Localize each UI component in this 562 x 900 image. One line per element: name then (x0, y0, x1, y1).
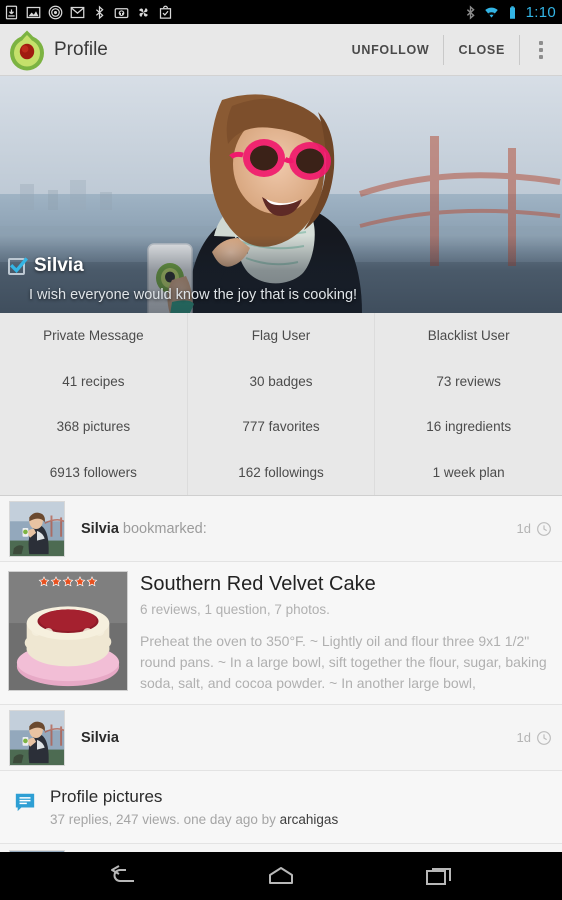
status-bar-notification-icons (4, 5, 463, 20)
feed-item-action: bookmarked: (123, 521, 207, 537)
thread-meta: 37 replies, 247 views. one day ago by ar… (50, 812, 338, 827)
unfollow-button[interactable]: UNFOLLOW (338, 35, 444, 65)
avatar[interactable] (9, 710, 65, 766)
app-screen: 1:10 Profile UNFOLLOW CLOSE (0, 0, 562, 900)
star-icon (63, 576, 74, 587)
feed-item-author[interactable]: Silvia (81, 730, 119, 746)
star-icon (75, 576, 86, 587)
status-bar: 1:10 (0, 0, 562, 24)
download-icon (4, 5, 19, 20)
profile-cover-photo[interactable]: Silvia I wish everyone would know the jo… (0, 76, 562, 313)
overflow-menu-icon (539, 41, 543, 45)
wifi-icon (484, 5, 499, 20)
thread-details: Profile pictures 37 replies, 247 views. … (50, 787, 338, 827)
timestamp-text: 1d (517, 521, 531, 536)
star-icon (39, 576, 50, 587)
timestamp-text: 1d (517, 730, 531, 745)
feed-item-text: Silvia bookmarked: (81, 521, 517, 537)
clock-icon (536, 730, 552, 746)
stat-followers[interactable]: 6913 followers (0, 450, 187, 496)
red-velvet-cake-image (9, 572, 127, 690)
silvia-avatar-image (10, 711, 64, 765)
feed-item-next-partial[interactable] (0, 844, 562, 852)
feed-item-author[interactable]: Silvia (81, 521, 119, 537)
stats-column: Flag User 30 badges 777 favorites 162 fo… (187, 313, 375, 495)
stats-column: Private Message 41 recipes 368 pictures … (0, 313, 187, 495)
home-icon (265, 864, 297, 888)
overflow-menu-button[interactable] (520, 24, 562, 76)
thread-title[interactable]: Profile pictures (50, 787, 338, 807)
status-bar-system-icons: 1:10 (463, 4, 556, 21)
recipe-stats: 6 reviews, 1 question, 7 photos. (140, 602, 550, 617)
recipe-card[interactable]: Southern Red Velvet Cake 6 reviews, 1 qu… (0, 562, 562, 705)
star-icon (87, 576, 98, 587)
task-check-icon (158, 5, 173, 20)
blacklist-user-action[interactable]: Blacklist User (375, 313, 562, 359)
app-logo-button[interactable] (0, 29, 54, 71)
profile-tagline: I wish everyone would know the joy that … (29, 287, 357, 303)
recipe-rating (39, 576, 98, 587)
feed-item-post-header[interactable]: Silvia 1d (0, 705, 562, 771)
feed-item-bookmark-header[interactable]: Silvia bookmarked: 1d (0, 496, 562, 562)
feed-item-text: Silvia (81, 730, 517, 746)
stat-pictures[interactable]: 368 pictures (0, 404, 187, 450)
gmail-icon (70, 5, 85, 20)
silvia-avatar-image (10, 502, 64, 556)
camera-upload-icon (114, 5, 129, 20)
back-icon (107, 864, 139, 888)
stat-ingredients[interactable]: 16 ingredients (375, 404, 562, 450)
recipe-details: Southern Red Velvet Cake 6 reviews, 1 qu… (140, 571, 550, 694)
back-button[interactable] (103, 859, 143, 893)
stat-favorites[interactable]: 777 favorites (188, 404, 375, 450)
thread-meta-prefix: 37 replies, 247 views. one day ago by (50, 812, 280, 827)
stats-column: Blacklist User 73 reviews 16 ingredients… (374, 313, 562, 495)
avocado-logo-icon (8, 29, 46, 71)
recents-button[interactable] (419, 859, 459, 893)
recents-icon (424, 864, 454, 888)
record-icon (48, 5, 63, 20)
battery-icon (505, 5, 520, 20)
feed-item-timestamp: 1d (517, 730, 552, 746)
action-bar: Profile UNFOLLOW CLOSE (0, 24, 562, 76)
verified-checkmark-icon (8, 258, 25, 275)
private-message-action[interactable]: Private Message (0, 313, 187, 359)
avatar[interactable] (9, 501, 65, 557)
page-title: Profile (54, 39, 338, 61)
thread-item[interactable]: Profile pictures 37 replies, 247 views. … (0, 771, 562, 844)
feed-item-timestamp: 1d (517, 521, 552, 537)
photos-pinwheel-icon (136, 5, 151, 20)
android-navigation-bar (0, 852, 562, 900)
stat-reviews[interactable]: 73 reviews (375, 359, 562, 405)
bluetooth-icon (92, 5, 107, 20)
profile-name-row: Silvia (8, 255, 84, 277)
overflow-menu-icon (539, 55, 543, 59)
stat-followings[interactable]: 162 followings (188, 450, 375, 496)
thread-author[interactable]: arcahigas (280, 812, 339, 827)
recipe-thumbnail[interactable] (8, 571, 128, 691)
stat-badges[interactable]: 30 badges (188, 359, 375, 405)
clock-icon (536, 521, 552, 537)
activity-feed: Silvia bookmarked: 1d (0, 496, 562, 852)
profile-stats-grid: Private Message 41 recipes 368 pictures … (0, 313, 562, 496)
star-icon (51, 576, 62, 587)
stat-recipes[interactable]: 41 recipes (0, 359, 187, 405)
flag-user-action[interactable]: Flag User (188, 313, 375, 359)
recipe-title[interactable]: Southern Red Velvet Cake (140, 573, 550, 596)
thread-message-icon (14, 791, 36, 818)
close-button[interactable]: CLOSE (444, 35, 519, 65)
overflow-menu-icon (539, 48, 543, 52)
profile-name: Silvia (34, 255, 84, 277)
stat-week-plan[interactable]: 1 week plan (375, 450, 562, 496)
recipe-description: Preheat the oven to 350°F. ~ Lightly oil… (140, 631, 550, 694)
image-icon (26, 5, 41, 20)
status-bar-clock: 1:10 (526, 4, 556, 21)
bluetooth-status-icon (463, 5, 478, 20)
home-button[interactable] (261, 859, 301, 893)
